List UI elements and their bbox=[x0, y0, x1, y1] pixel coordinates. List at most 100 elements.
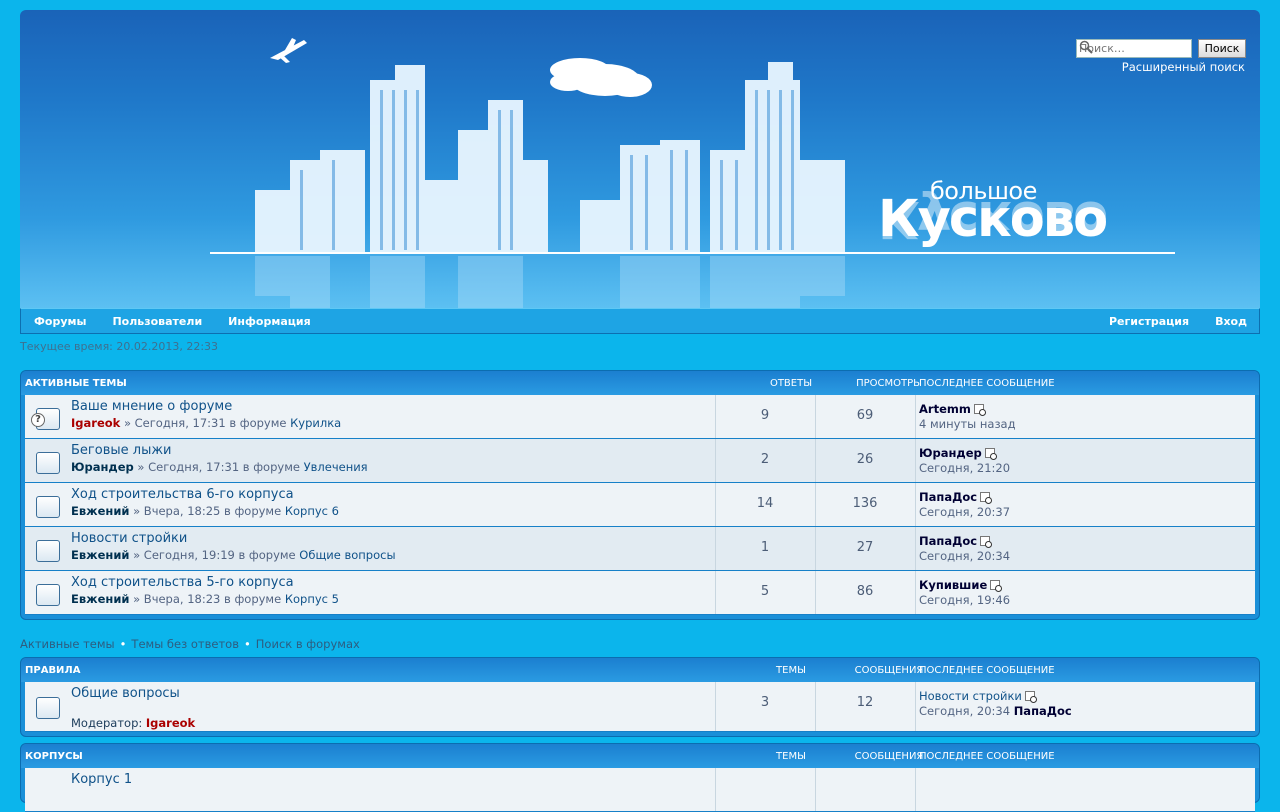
topic-date: » Сегодня, 17:31 в форуме bbox=[137, 460, 300, 474]
topic-author[interactable]: Евжений bbox=[71, 548, 129, 562]
view-latest-post-icon[interactable] bbox=[980, 536, 993, 548]
view-latest-post-icon[interactable] bbox=[984, 448, 997, 460]
topic-last-post: Artemm 4 минуты назад bbox=[919, 402, 1016, 432]
forum-topics-count: 3 bbox=[760, 695, 770, 710]
forum-title[interactable]: Общие вопросы bbox=[71, 686, 180, 701]
topic-last-post: ПапаДос Сегодня, 20:37 bbox=[919, 490, 1010, 520]
nav-forums[interactable]: Форумы bbox=[34, 315, 86, 328]
last-post-time: 4 минуты назад bbox=[919, 417, 1016, 431]
topic-views: 69 bbox=[856, 408, 874, 423]
city-skyline-illustration bbox=[210, 38, 1175, 308]
search-forums-link[interactable]: Поиск в форумах bbox=[256, 637, 360, 651]
topic-last-post: ПапаДос Сегодня, 20:34 bbox=[919, 534, 1010, 564]
nav-register[interactable]: Регистрация bbox=[1109, 315, 1189, 328]
topic-last-post: Купившие Сегодня, 19:46 bbox=[919, 578, 1010, 608]
buildings-title: КОРПУСЫ bbox=[25, 750, 83, 762]
view-latest-post-icon[interactable] bbox=[1024, 691, 1037, 703]
topic-row: Беговые лыжи Юрандер » Сегодня, 17:31 в … bbox=[25, 439, 1255, 483]
topic-row: Ход строительства 6-го корпуса Евжений »… bbox=[25, 483, 1255, 527]
topic-replies: 1 bbox=[760, 540, 770, 555]
forum-row: Общие вопросы Модератор: Igareok 3 12 Но… bbox=[25, 682, 1255, 732]
col-last-post: ПОСЛЕДНЕЕ СООБЩЕНИЕ bbox=[919, 377, 1055, 389]
rules-title: ПРАВИЛА bbox=[25, 664, 81, 676]
airplane-icon bbox=[270, 38, 307, 63]
view-latest-post-icon[interactable] bbox=[973, 404, 986, 416]
topic-author[interactable]: Igareok bbox=[71, 416, 120, 430]
last-post-user[interactable]: Юрандер bbox=[919, 446, 982, 460]
topic-title[interactable]: Ход строительства 5-го корпуса bbox=[71, 575, 294, 590]
col-replies: ОТВЕТЫ bbox=[769, 377, 813, 389]
nav-info[interactable]: Информация bbox=[228, 315, 311, 328]
forum-last-post: Новости стройки Сегодня, 20:34 ПапаДос bbox=[919, 689, 1072, 719]
topic-forum-link[interactable]: Корпус 5 bbox=[285, 592, 339, 606]
quick-links: Активные темы • Темы без ответов • Поиск в ф… bbox=[20, 637, 360, 651]
last-post-time: Сегодня, 19:46 bbox=[919, 593, 1011, 607]
moderator-name[interactable]: Igareok bbox=[146, 716, 195, 730]
last-post-user[interactable]: ПапаДос bbox=[919, 534, 977, 548]
topic-icon bbox=[36, 452, 60, 474]
topic-meta: Юрандер » Сегодня, 17:31 в форуме Увлече… bbox=[71, 460, 368, 474]
forum-posts-count: 12 bbox=[856, 695, 874, 710]
topic-views: 26 bbox=[856, 452, 874, 467]
page: Поиск Расширенный поиск большое Кусково … bbox=[0, 0, 1280, 812]
rules-header: ПРАВИЛА ТЕМЫ СООБЩЕНИЯ ПОСЛЕДНЕЕ СООБЩЕН… bbox=[21, 658, 1259, 682]
topic-forum-link[interactable]: Корпус 6 bbox=[285, 504, 339, 518]
topic-replies: 5 bbox=[760, 584, 770, 599]
topic-title[interactable]: Ход строительства 6-го корпуса bbox=[71, 487, 294, 502]
active-topics-link[interactable]: Активные темы bbox=[20, 637, 115, 651]
view-latest-post-icon[interactable] bbox=[980, 492, 993, 504]
topic-title[interactable]: Ваше мнение о форуме bbox=[71, 399, 232, 414]
active-topics-header: АКТИВНЫЕ ТЕМЫ ОТВЕТЫ ПРОСМОТРЫ ПОСЛЕДНЕЕ… bbox=[21, 371, 1259, 395]
question-icon: ? bbox=[31, 413, 45, 427]
topic-date: » Сегодня, 19:19 в форуме bbox=[133, 548, 296, 562]
topic-author[interactable]: Евжений bbox=[71, 504, 129, 518]
advanced-search-link[interactable]: Расширенный поиск bbox=[1122, 60, 1245, 74]
search-box[interactable] bbox=[1076, 39, 1192, 58]
forum-row: Корпус 1 bbox=[25, 768, 1255, 812]
search-button[interactable]: Поиск bbox=[1198, 39, 1246, 58]
topic-row: Ход строительства 5-го корпуса Евжений »… bbox=[25, 571, 1255, 615]
last-post-time: Сегодня, 20:34 bbox=[919, 704, 1011, 718]
site-header-banner: Поиск Расширенный поиск большое Кусково … bbox=[20, 10, 1260, 308]
topic-meta: Евжений » Вчера, 18:23 в форуме Корпус 5 bbox=[71, 592, 339, 606]
topic-icon bbox=[36, 540, 60, 562]
topic-icon bbox=[36, 584, 60, 606]
topic-replies: 2 bbox=[760, 452, 770, 467]
topic-date: » Сегодня, 17:31 в форуме bbox=[123, 416, 287, 430]
buildings-header: КОРПУСЫ ТЕМЫ СООБЩЕНИЯ ПОСЛЕДНЕЕ СООБЩЕН… bbox=[21, 744, 1259, 768]
topic-replies: 9 bbox=[760, 408, 770, 423]
topic-forum-link[interactable]: Увлечения bbox=[304, 460, 368, 474]
last-post-user[interactable]: ПапаДос bbox=[919, 490, 977, 504]
forum-icon bbox=[36, 697, 60, 719]
last-post-user[interactable]: Купившие bbox=[919, 578, 987, 592]
cloud-icon bbox=[550, 58, 652, 97]
topic-row: Новости стройки Евжений » Сегодня, 19:19… bbox=[25, 527, 1255, 571]
last-post-time: Сегодня, 20:37 bbox=[919, 505, 1011, 519]
topic-forum-link[interactable]: Общие вопросы bbox=[299, 548, 395, 562]
topic-meta: Евжений » Сегодня, 19:19 в форуме Общие … bbox=[71, 548, 396, 562]
last-post-user[interactable]: ПапаДос bbox=[1014, 704, 1072, 718]
topic-author[interactable]: Евжений bbox=[71, 592, 129, 606]
active-topics-title: АКТИВНЫЕ ТЕМЫ bbox=[25, 377, 127, 389]
topic-icon: ? bbox=[31, 408, 60, 430]
search-icon bbox=[1079, 40, 1093, 54]
topic-views: 136 bbox=[852, 496, 878, 511]
topic-author[interactable]: Юрандер bbox=[71, 460, 134, 474]
topic-views: 27 bbox=[856, 540, 874, 555]
col-topics: ТЕМЫ bbox=[776, 750, 806, 762]
rules-block: ПРАВИЛА ТЕМЫ СООБЩЕНИЯ ПОСЛЕДНЕЕ СООБЩЕН… bbox=[20, 657, 1260, 737]
col-topics: ТЕМЫ bbox=[776, 664, 806, 676]
topic-title[interactable]: Беговые лыжи bbox=[71, 443, 172, 458]
topic-title[interactable]: Новости стройки bbox=[71, 531, 187, 546]
last-post-topic[interactable]: Новости стройки bbox=[919, 689, 1022, 703]
col-last-post: ПОСЛЕДНЕЕ СООБЩЕНИЕ bbox=[919, 664, 1055, 676]
last-post-user[interactable]: Artemm bbox=[919, 402, 971, 416]
topic-meta: Igareok » Сегодня, 17:31 в форуме Курилк… bbox=[71, 416, 341, 430]
last-post-time: Сегодня, 20:34 bbox=[919, 549, 1011, 563]
view-latest-post-icon[interactable] bbox=[990, 580, 1003, 592]
topic-forum-link[interactable]: Курилка bbox=[290, 416, 341, 430]
topic-date: » Вчера, 18:25 в форуме bbox=[133, 504, 282, 518]
nav-login[interactable]: Вход bbox=[1215, 315, 1247, 328]
unanswered-topics-link[interactable]: Темы без ответов bbox=[131, 637, 239, 651]
nav-users[interactable]: Пользователи bbox=[112, 315, 202, 328]
